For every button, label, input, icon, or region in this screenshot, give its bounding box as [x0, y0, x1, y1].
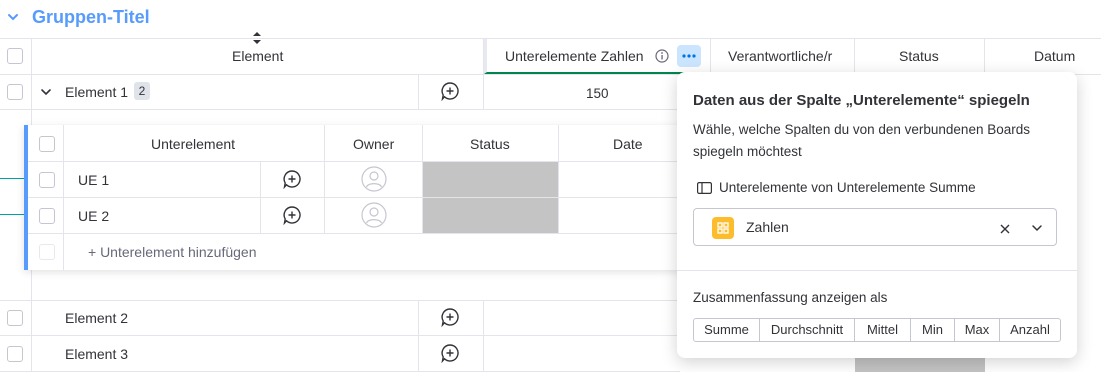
subitem-status-cell[interactable]: [423, 162, 558, 197]
subitem-status-cell[interactable]: [423, 198, 558, 233]
subitem-header-owner[interactable]: Owner: [353, 136, 394, 152]
add-subitem-checkbox: [39, 244, 55, 260]
row-name[interactable]: Element 3: [65, 346, 128, 362]
popover-description-line1: Wähle, welche Spalten du von den verbund…: [693, 122, 1030, 137]
subitems-panel: Unterelement Owner Status Date UE 1 UE 2…: [24, 125, 684, 270]
row-checkbox[interactable]: [7, 346, 23, 362]
mirror-column-select[interactable]: Zahlen: [693, 208, 1057, 246]
subitem-header-name[interactable]: Unterelement: [151, 136, 235, 152]
column-header-element[interactable]: Element: [232, 48, 283, 64]
status-cell[interactable]: [855, 358, 985, 372]
summary-option-count[interactable]: Anzahl: [999, 318, 1061, 342]
chevron-down-icon[interactable]: [1030, 221, 1044, 235]
column-header-subitems-numbers-label: Unterelemente Zahlen: [505, 48, 644, 64]
expand-subitems-chevron-icon[interactable]: [39, 85, 53, 99]
subitems-count-badge[interactable]: 2: [134, 82, 150, 100]
selected-column-label: Zahlen: [746, 219, 789, 235]
column-header-date[interactable]: Datum: [1034, 48, 1075, 64]
column-header-status[interactable]: Status: [899, 48, 939, 64]
subitems-numbers-value[interactable]: 150: [586, 86, 609, 101]
sort-icon[interactable]: [251, 31, 263, 45]
row-checkbox[interactable]: [7, 310, 23, 326]
add-update-icon[interactable]: [440, 307, 460, 328]
row-checkbox[interactable]: [7, 84, 23, 100]
numbers-column-icon: [712, 217, 734, 239]
close-icon[interactable]: [999, 222, 1011, 234]
group-title[interactable]: Gruppen-Titel: [32, 7, 150, 28]
person-icon[interactable]: [361, 202, 387, 228]
subitem-header-date[interactable]: Date: [613, 136, 643, 152]
subitem-header-status[interactable]: Status: [470, 136, 510, 152]
subitem-name[interactable]: UE 2: [78, 208, 109, 224]
subitem-checkbox[interactable]: [39, 208, 55, 224]
person-icon[interactable]: [361, 166, 387, 192]
summary-label: Zusammenfassung anzeigen als: [693, 290, 888, 305]
subitem-name[interactable]: UE 1: [78, 172, 109, 188]
subitems-select-all-checkbox[interactable]: [39, 136, 55, 152]
board-icon: [697, 181, 713, 195]
add-update-icon[interactable]: [440, 343, 460, 364]
summary-option-median[interactable]: Mittel: [854, 318, 911, 342]
summary-option-min[interactable]: Min: [910, 318, 955, 342]
column-more-icon[interactable]: [677, 45, 701, 67]
mirror-columns-popover: Daten aus der Spalte „Unterelemente“ spi…: [677, 72, 1077, 358]
popover-source-label: Unterelemente von Unterelemente Summe: [719, 180, 976, 195]
summary-option-sum[interactable]: Summe: [693, 318, 760, 342]
add-update-icon[interactable]: [440, 81, 460, 102]
select-all-checkbox[interactable]: [7, 48, 23, 64]
info-icon[interactable]: [655, 49, 669, 63]
popover-title: Daten aus der Spalte „Unterelemente“ spi…: [693, 92, 1030, 109]
popover-description-line2: spiegeln möchtest: [693, 144, 802, 159]
group-collapse-chevron-icon[interactable]: [6, 10, 20, 24]
row-name[interactable]: Element 2: [65, 310, 128, 326]
add-subitem-link[interactable]: + Unterelement hinzufügen: [88, 244, 257, 260]
column-header-owner[interactable]: Verantwortliche/r: [728, 48, 832, 64]
subitem-checkbox[interactable]: [39, 172, 55, 188]
add-update-icon[interactable]: [282, 169, 302, 190]
summary-option-average[interactable]: Durchschnitt: [759, 318, 855, 342]
row-name[interactable]: Element 1: [65, 84, 128, 100]
add-update-icon[interactable]: [282, 205, 302, 226]
summary-option-max[interactable]: Max: [954, 318, 1000, 342]
